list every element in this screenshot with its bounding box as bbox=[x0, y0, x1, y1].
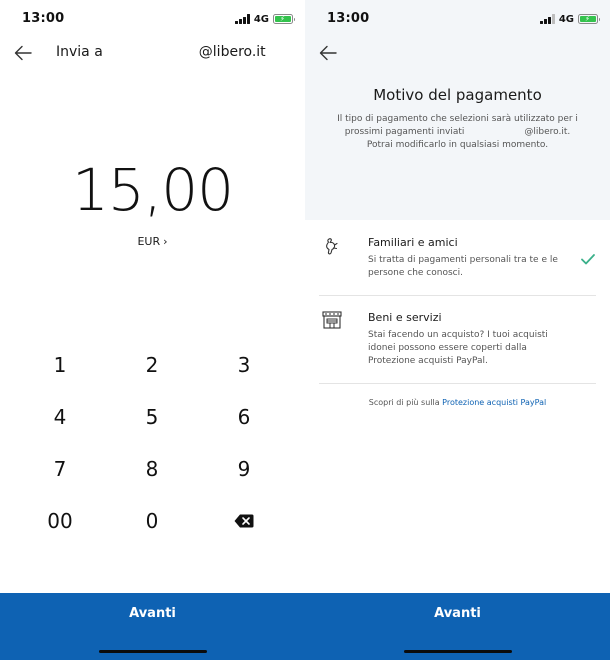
key-7[interactable]: 7 bbox=[20, 447, 100, 491]
battery-icon: ⚡ bbox=[578, 14, 600, 24]
checkmark-icon bbox=[581, 254, 595, 265]
amount-display: 15,00 bbox=[71, 156, 234, 224]
next-button-label: Avanti bbox=[129, 606, 176, 621]
divider bbox=[319, 383, 596, 384]
home-indicator[interactable] bbox=[98, 650, 207, 653]
signal-icon bbox=[540, 14, 555, 24]
key-00[interactable]: 00 bbox=[20, 499, 100, 543]
key-0[interactable]: 0 bbox=[112, 499, 192, 543]
battery-icon: ⚡ bbox=[273, 14, 295, 24]
key-4[interactable]: 4 bbox=[20, 395, 100, 439]
recipient-email: @libero.it bbox=[198, 44, 266, 60]
footnote-text: Scopri di più sulla bbox=[368, 398, 440, 407]
home-indicator[interactable] bbox=[403, 650, 512, 653]
status-time: 13:00 bbox=[327, 11, 370, 26]
key-8[interactable]: 8 bbox=[112, 447, 192, 491]
option-goods-services[interactable]: Beni e servizi Stai facendo un acquisto?… bbox=[305, 302, 610, 382]
key-5[interactable]: 5 bbox=[112, 395, 192, 439]
divider bbox=[319, 295, 596, 296]
key-2[interactable]: 2 bbox=[112, 343, 192, 387]
purchase-protection-link[interactable]: Protezione acquisti PayPal bbox=[442, 398, 546, 407]
send-amount-screen: 13:00 4G ⚡ Invia a @libero.it 15,00 EUR › … bbox=[0, 0, 305, 660]
page-description: Il tipo di pagamento che selezioni sarà … bbox=[327, 113, 588, 152]
recipient-title: Invia a @libero.it bbox=[56, 44, 266, 60]
currency-selector[interactable]: EUR › bbox=[0, 235, 305, 248]
option-description: Stai facendo un acquisto? I tuoi acquist… bbox=[368, 330, 548, 366]
next-button[interactable]: Avanti bbox=[305, 593, 610, 660]
backspace-icon bbox=[234, 514, 254, 528]
status-indicators: 4G ⚡ bbox=[540, 12, 600, 26]
option-friends-family[interactable]: Familiari e amici Si tratta di pagamenti… bbox=[305, 226, 610, 294]
payment-reason-screen: 13:00 4G ⚡ Motivo del pagamento Il tipo … bbox=[305, 0, 610, 660]
signal-icon bbox=[235, 14, 250, 24]
back-arrow-icon[interactable] bbox=[12, 42, 34, 64]
option-description: Si tratta di pagamenti personali tra te … bbox=[368, 255, 558, 278]
currency-code: EUR bbox=[137, 235, 161, 248]
page-title: Motivo del pagamento bbox=[373, 86, 542, 104]
backspace-key[interactable] bbox=[204, 499, 284, 543]
description-line-2-prefix: prossimi pagamenti inviati bbox=[344, 127, 465, 137]
description-line-2-email: @libero.it. bbox=[524, 127, 571, 137]
description-line-1: Il tipo di pagamento che selezioni sarà … bbox=[337, 114, 578, 124]
status-bar: 13:00 4G ⚡ bbox=[305, 0, 610, 38]
store-icon bbox=[322, 311, 342, 329]
purchase-protection-note: Scopri di più sulla Protezione acquisti … bbox=[305, 398, 610, 407]
network-type: 4G bbox=[253, 13, 269, 25]
next-button-label: Avanti bbox=[434, 606, 481, 621]
next-button[interactable]: Avanti bbox=[0, 593, 305, 660]
key-3[interactable]: 3 bbox=[204, 343, 284, 387]
key-6[interactable]: 6 bbox=[204, 395, 284, 439]
status-indicators: 4G ⚡ bbox=[235, 12, 295, 26]
friends-icon bbox=[326, 238, 338, 255]
description-line-3: Potrai modificarlo in qualsiasi momento. bbox=[366, 140, 549, 150]
network-type: 4G bbox=[558, 13, 574, 25]
key-9[interactable]: 9 bbox=[204, 447, 284, 491]
back-arrow-icon[interactable] bbox=[317, 42, 339, 64]
status-bar: 13:00 4G ⚡ bbox=[0, 0, 305, 38]
option-title: Beni e servizi bbox=[368, 311, 442, 324]
key-1[interactable]: 1 bbox=[20, 343, 100, 387]
recipient-prefix: Invia a bbox=[56, 44, 103, 60]
chevron-right-icon: › bbox=[163, 235, 168, 248]
status-time: 13:00 bbox=[22, 11, 65, 26]
option-title: Familiari e amici bbox=[368, 236, 458, 249]
